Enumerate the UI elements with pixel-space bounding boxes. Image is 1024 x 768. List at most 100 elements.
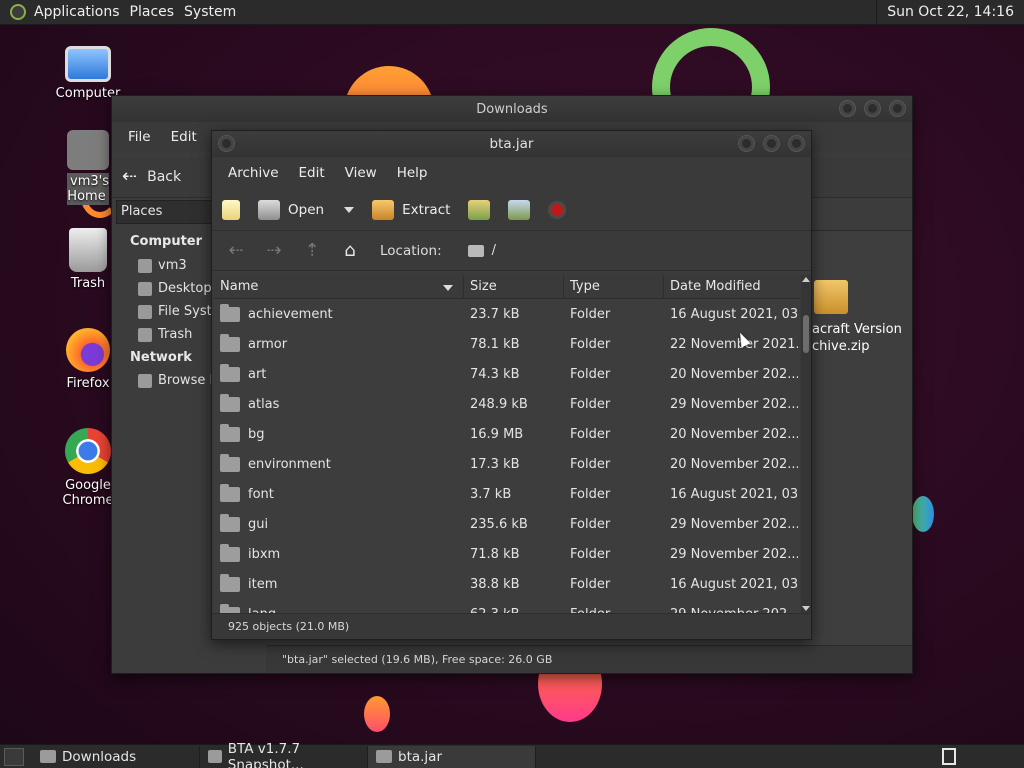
desktop-icon-computer[interactable]: Computer [48,46,128,101]
zip-file-label[interactable]: acraft Version chive.zip [812,321,922,355]
cell-size: 248.9 kB [470,396,528,412]
sidebar-item-trash[interactable]: Trash [138,327,192,342]
maximize-button[interactable] [763,135,780,152]
computer-icon [65,46,111,82]
folder-icon [40,750,56,763]
chevron-down-icon[interactable] [344,206,355,213]
cell-type: Folder [570,546,611,562]
home-folder-icon [67,130,109,170]
task-bta-snapshot[interactable]: BTA v1.7.7 Snapshot... [200,741,368,768]
stop-button[interactable] [548,200,567,219]
back-button[interactable]: ⇠ Back [122,166,181,187]
close-button[interactable] [889,100,906,117]
cell-name: font [214,483,464,502]
desktop-icon [138,281,152,296]
home-icon[interactable]: ⌂ [338,240,362,261]
sidebar-item-label: vm3 [158,258,187,273]
menu-archive[interactable]: Archive [218,165,289,181]
open-button[interactable]: Open [258,199,355,220]
sidebar-item-vm3[interactable]: vm3 [138,258,187,273]
drive-icon [138,304,152,319]
sidebar-heading-computer: Computer [130,234,203,249]
table-row[interactable]: ibxm 71.8 kB Folder 29 November 202... [214,539,800,569]
window-controls [839,100,906,117]
task-bta-jar[interactable]: bta.jar [368,745,536,768]
stop-icon [548,200,567,219]
column-header-date[interactable]: Date Modified [664,275,800,298]
scroll-up-icon[interactable] [802,277,810,282]
sidebar-item-desktop[interactable]: Desktop [138,281,212,296]
table-row[interactable]: environment 17.3 kB Folder 20 November 202.… [214,449,800,479]
file-name: art [248,366,267,382]
menu-edit[interactable]: Edit [161,129,207,145]
scroll-down-icon[interactable] [802,606,810,611]
location-field[interactable]: / [459,237,798,264]
sidebar-item-label: Desktop [158,281,212,296]
cell-type: Folder [570,516,611,532]
up-arrow-icon[interactable]: ⇡ [300,240,324,261]
file-rows: achievement 23.7 kB Folder 16 August 2021, … [214,299,800,613]
cell-type: Folder [570,366,611,382]
close-button[interactable] [788,135,805,152]
table-row[interactable]: bg 16.9 MB Folder 20 November 202... [214,419,800,449]
add-files-button[interactable] [468,199,491,220]
column-label: Size [470,279,497,294]
desktop-icon-label: Trash [70,276,106,291]
cell-size: 38.8 kB [470,576,520,592]
cell-size: 3.7 kB [470,486,512,502]
extract-button[interactable]: Extract [372,199,450,220]
vertical-scrollbar[interactable] [801,275,811,613]
task-label: Downloads [62,748,137,765]
table-row[interactable]: lang62.3 kBFolder29 November 202... [214,599,800,613]
folder-icon [220,423,240,442]
folder-icon [467,244,484,257]
minimize-button[interactable] [738,135,755,152]
scroll-thumb[interactable] [803,315,809,353]
menu-system[interactable]: System [182,4,244,20]
cell-date: 29 November 202... [670,396,798,412]
add-folder-button[interactable] [508,199,531,220]
bottom-panel: Downloads BTA v1.7.7 Snapshot... bta.jar [0,741,1024,768]
distro-logo-icon[interactable] [10,4,26,20]
menu-edit[interactable]: Edit [289,165,335,181]
downloads-statusbar: "bta.jar" selected (19.6 MB), Free space… [266,645,912,673]
archive-icon [376,750,392,763]
task-downloads[interactable]: Downloads [32,745,200,768]
clock[interactable]: Sun Oct 22, 14:16 [876,0,1024,25]
forward-arrow-icon[interactable]: ⇢ [262,240,286,261]
table-row[interactable]: achievement 23.7 kB Folder 16 August 2021, … [214,299,800,329]
desktop-icon-label: Google Chrome [62,478,114,508]
maximize-button[interactable] [864,100,881,117]
menu-file[interactable]: File [118,129,161,145]
cell-size: 78.1 kB [470,336,520,352]
minimize-button[interactable] [839,100,856,117]
folder-icon [220,483,240,502]
menu-places[interactable]: Places [128,4,183,20]
table-row[interactable]: item 38.8 kB Folder 16 August 2021, 03... [214,569,800,599]
new-archive-button[interactable] [222,199,240,220]
task-label: bta.jar [398,748,443,765]
table-row[interactable]: gui 235.6 kB Folder 29 November 202... [214,509,800,539]
table-row[interactable]: armor 78.1 kB Folder 22 November 2021... [214,329,800,359]
table-row[interactable]: art 74.3 kB Folder 20 November 202... [214,359,800,389]
show-desktop-button[interactable] [4,747,24,766]
downloads-titlebar[interactable]: Downloads [112,96,912,122]
column-header-type[interactable]: Type [564,275,664,298]
home-icon [138,258,152,273]
column-header-name[interactable]: Name [214,275,464,298]
menu-help[interactable]: Help [387,165,438,181]
zip-file-icon[interactable] [814,280,848,314]
window-title: bta.jar [489,136,534,152]
back-arrow-icon[interactable]: ⇠ [224,240,248,261]
window-menu-button[interactable] [218,135,235,152]
extract-icon [372,199,395,220]
desktop-icon-label: vm3's Home [67,173,109,205]
table-row[interactable]: font 3.7 kB Folder 16 August 2021, 03... [214,479,800,509]
menu-view[interactable]: View [335,165,387,181]
archive-titlebar[interactable]: bta.jar [212,131,811,157]
workspace-switcher[interactable] [942,748,956,765]
archive-toolbar: Open Extract [212,189,811,231]
table-row[interactable]: atlas 248.9 kB Folder 29 November 202... [214,389,800,419]
column-header-size[interactable]: Size [464,275,564,298]
menu-applications[interactable]: Applications [32,4,128,20]
